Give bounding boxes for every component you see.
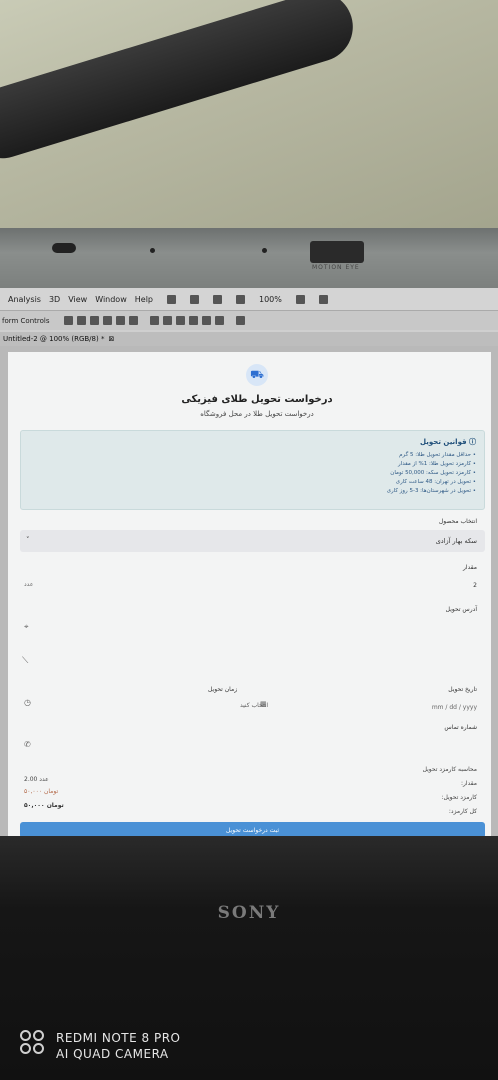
menu-window[interactable]: Window — [95, 295, 127, 304]
product-select-value: سکه بهار آزادی — [435, 537, 477, 545]
view-extras-icon[interactable] — [236, 294, 245, 304]
align-icon[interactable] — [128, 316, 138, 325]
product-select[interactable]: سکه بهار آزادی ˅ — [20, 530, 485, 552]
submit-button[interactable]: ثبت درخواست تحویل — [20, 822, 485, 836]
minibridge-icon[interactable] — [190, 294, 199, 304]
options-label: form Controls — [2, 316, 50, 325]
calc-fee-label: کارمزد تحویل: — [441, 794, 477, 801]
distribute-icon[interactable] — [149, 316, 159, 325]
resize-handle-icon[interactable]: ⟋ — [22, 656, 28, 666]
phone-input[interactable] — [27, 736, 477, 754]
align-icon[interactable] — [76, 316, 86, 325]
address-label: آدرس تحویل — [445, 606, 477, 613]
rule-item: • تحویل در شهرستان‌ها: 3-5 روز کاری — [386, 488, 476, 494]
brand-logo: SONY — [217, 903, 281, 923]
webcam-module — [310, 241, 364, 263]
date-input[interactable]: mm / dd / yyyy — [327, 698, 477, 716]
screen-mode-icon[interactable] — [318, 294, 328, 304]
calc-total-value: ۵۰,۰۰۰ تومان — [24, 802, 64, 809]
calc-amount-value: 2.00 عدد — [24, 776, 49, 783]
calendar-icon: ▦ — [260, 700, 267, 708]
align-icon[interactable] — [89, 316, 99, 325]
chevron-down-icon: ˅ — [26, 536, 30, 544]
watermark-line2: AI QUAD CAMERA — [56, 1047, 169, 1061]
rule-item: • تحویل در تهران: 48 ساعت کاری — [395, 479, 476, 485]
menu-view[interactable]: View — [68, 295, 87, 304]
options-bar: form Controls — [0, 310, 498, 330]
address-input[interactable] — [27, 618, 477, 636]
quantity-unit: عدد — [24, 581, 34, 588]
bezel-dot — [262, 248, 267, 253]
time-label: زمان تحویل — [208, 686, 238, 693]
rules-title: ⓘ قوانین تحویل — [420, 438, 476, 446]
document-tab-title: Untitled-2 @ 100% (RGB/8) * — [3, 335, 105, 343]
bridge-icon[interactable] — [167, 294, 176, 304]
auto-align-icon[interactable] — [235, 316, 245, 325]
rule-item: • کارمزد تحویل طلا: 1% از مقدار — [398, 461, 476, 467]
phone-label: شماره تماس — [444, 724, 477, 731]
menu-3d[interactable]: 3D — [49, 295, 60, 304]
close-icon[interactable]: ⊠ — [108, 335, 114, 343]
clock-icon: ◷ — [24, 698, 31, 707]
laptop-top-bezel — [0, 228, 498, 290]
phone-icon: ✆ — [24, 740, 31, 749]
distribute-icon[interactable] — [175, 316, 185, 325]
document-canvas: ⛟ درخواست تحویل طلای فیزیکی درخواست تحوی… — [0, 346, 498, 836]
align-icon[interactable] — [63, 316, 73, 325]
bezel-dot — [150, 248, 155, 253]
distribute-icon[interactable] — [201, 316, 211, 325]
delivery-truck-icon: ⛟ — [246, 364, 268, 386]
quantity-label: مقدار — [463, 564, 477, 571]
webcam-label: MOTION EYE — [312, 264, 360, 271]
page-title: درخواست تحویل طلای فیزیکی — [181, 394, 333, 405]
rule-item: • حداقل مقدار تحویل طلا: 5 گرم — [399, 452, 476, 458]
quantity-input[interactable]: 2 — [27, 576, 477, 594]
distribute-icon[interactable] — [162, 316, 172, 325]
watermark-line1: REDMI NOTE 8 PRO — [56, 1031, 181, 1045]
calc-fee-value: ۵۰,۰۰۰ تومان — [24, 788, 59, 795]
laptop-screen: Analysis 3D View Window Help 100% form C… — [0, 288, 498, 836]
align-icon[interactable] — [102, 316, 112, 325]
location-pin-icon: ⌖ — [24, 622, 29, 631]
calc-title: محاسبه کارمزد تحویل — [422, 766, 477, 773]
menu-help[interactable]: Help — [135, 295, 153, 304]
product-label: انتخاب محصول — [438, 518, 477, 525]
date-label: تاریخ تحویل — [448, 686, 477, 693]
zoom-level[interactable]: 100% — [259, 295, 282, 304]
arrange-docs-icon[interactable] — [295, 294, 305, 304]
menu-analysis[interactable]: Analysis — [8, 295, 41, 304]
camera-watermark-icon — [20, 1030, 48, 1060]
menu-bar: Analysis 3D View Window Help 100% — [0, 288, 498, 310]
rules-box: ⓘ قوانین تحویل • حداقل مقدار تحویل طلا: … — [20, 430, 485, 510]
calc-amount-label: مقدار: — [461, 780, 477, 787]
form-page: ⛟ درخواست تحویل طلای فیزیکی درخواست تحوی… — [8, 352, 491, 836]
camera-slot — [52, 243, 76, 253]
rule-item: • کارمزد تحویل سکه: 50,000 تومان — [390, 470, 476, 476]
calc-total-label: کل کارمزد: — [448, 808, 477, 815]
arrange-icon[interactable] — [213, 294, 222, 304]
page-subtitle: درخواست تحویل طلا در محل فروشگاه — [200, 410, 314, 418]
align-icon[interactable] — [115, 316, 125, 325]
distribute-icon[interactable] — [214, 316, 224, 325]
distribute-icon[interactable] — [188, 316, 198, 325]
document-tab[interactable]: Untitled-2 @ 100% (RGB/8) * ⊠ — [0, 332, 498, 346]
time-select[interactable]: انتخاب کنید — [178, 696, 268, 714]
